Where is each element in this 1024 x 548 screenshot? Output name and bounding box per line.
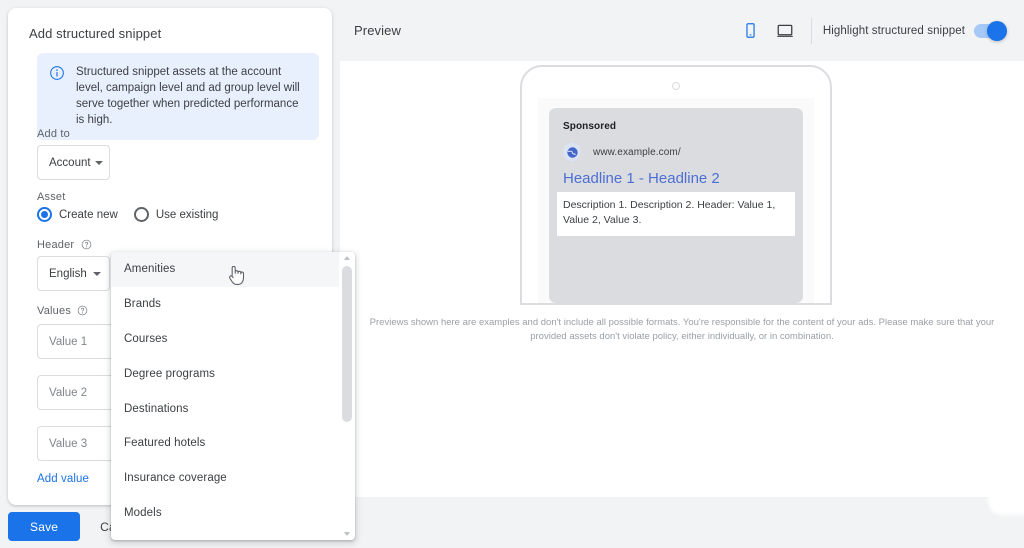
- save-button[interactable]: Save: [8, 512, 81, 541]
- radio-create-new[interactable]: Create new: [37, 207, 118, 222]
- dropdown-item-label: Models: [124, 506, 162, 519]
- dropdown-item-label: Amenities: [124, 263, 176, 276]
- phone-screen: Sponsored www.example.com/ Headline 1 - …: [538, 98, 814, 303]
- values-label-text: Values: [37, 305, 72, 317]
- dropdown-item-label: Insurance coverage: [124, 472, 227, 485]
- preview-disclaimer: Previews shown here are examples and don…: [369, 317, 995, 342]
- header-options-dropdown: Amenities Brands Courses Degree programs Des…: [111, 252, 355, 540]
- dropdown-item-label: Courses: [124, 332, 168, 345]
- page-title: Add structured snippet: [29, 26, 162, 41]
- dropdown-item-label: Brands: [124, 298, 162, 311]
- add-to-select[interactable]: Account: [37, 145, 110, 180]
- highlight-structured-snippet-toggle[interactable]: [974, 20, 1007, 41]
- preview-title: Preview: [354, 23, 401, 38]
- ad-description-highlighted: Description 1. Description 2. Header: Va…: [557, 192, 795, 236]
- info-banner-text: Structured snippet assets at the account…: [76, 66, 300, 126]
- info-icon: [49, 65, 65, 81]
- desktop-icon[interactable]: [768, 14, 802, 48]
- dropdown-item[interactable]: Featured hotels: [111, 426, 339, 461]
- dropdown-item[interactable]: Insurance coverage: [111, 461, 339, 496]
- dropdown-item[interactable]: Courses: [111, 322, 339, 357]
- dropdown-item[interactable]: Degree programs: [111, 356, 339, 391]
- dropdown-item[interactable]: Amenities: [111, 252, 339, 287]
- ad-preview-card: Sponsored www.example.com/ Headline 1 - …: [549, 108, 803, 303]
- phone-frame: Sponsored www.example.com/ Headline 1 - …: [520, 65, 832, 305]
- radio-use-existing-icon: [133, 207, 149, 222]
- phone-camera-icon: [672, 82, 680, 90]
- info-banner: Structured snippet assets at the account…: [37, 53, 319, 140]
- preview-panel: Preview Highlight structured snippet Spo…: [340, 0, 1024, 548]
- asset-label: Asset: [37, 191, 66, 203]
- add-value-link[interactable]: Add value: [37, 473, 89, 485]
- ad-display-url: www.example.com/: [593, 146, 681, 158]
- highlight-toggle-label: Highlight structured snippet: [822, 24, 965, 37]
- ad-headline[interactable]: Headline 1 - Headline 2: [563, 170, 789, 187]
- globe-icon: [563, 143, 581, 161]
- radio-create-new-icon: [37, 207, 52, 222]
- header-label-text: Header: [37, 239, 75, 251]
- preview-body: Sponsored www.example.com/ Headline 1 - …: [340, 61, 1024, 497]
- ad-url-row: www.example.com/: [563, 143, 789, 161]
- preview-header: Preview Highlight structured snippet: [340, 0, 1024, 61]
- asset-radio-group: Create new Use existing: [37, 207, 218, 222]
- radio-use-existing[interactable]: Use existing: [133, 207, 219, 222]
- dropdown-item-label: Degree programs: [124, 367, 215, 380]
- preview-header-controls: Highlight structured snippet: [734, 14, 1007, 48]
- dropdown-item[interactable]: Destinations: [111, 391, 339, 426]
- values-label: Values: [37, 305, 88, 317]
- sponsored-label: Sponsored: [563, 121, 617, 132]
- add-to-label: Add to: [37, 128, 71, 140]
- scroll-down-arrow-icon[interactable]: [340, 528, 354, 540]
- help-icon[interactable]: [81, 239, 92, 250]
- header-label: Header: [37, 239, 92, 251]
- scroll-up-arrow-icon[interactable]: [340, 252, 354, 264]
- header-language-value: English: [49, 267, 87, 280]
- header-divider: [810, 17, 812, 44]
- dropdown-item-label: Destinations: [124, 402, 189, 415]
- header-options-list: Amenities Brands Courses Degree programs Des…: [111, 252, 339, 540]
- header-language-select[interactable]: English: [37, 256, 110, 291]
- radio-use-existing-label: Use existing: [155, 208, 219, 221]
- radio-create-new-label: Create new: [59, 208, 118, 221]
- dropdown-item-label: Featured hotels: [124, 437, 206, 450]
- dropdown-item[interactable]: Models: [111, 496, 339, 531]
- dropdown-item[interactable]: Brands: [111, 287, 339, 322]
- help-icon[interactable]: [77, 305, 88, 316]
- scrollbar-thumb[interactable]: [342, 266, 352, 422]
- mobile-icon[interactable]: [734, 14, 768, 48]
- add-to-selected-value: Account: [49, 156, 91, 169]
- redaction-blob: [988, 485, 1024, 515]
- chevron-down-icon: [94, 160, 103, 165]
- chevron-down-icon: [93, 271, 101, 276]
- dropdown-scrollbar[interactable]: [340, 252, 354, 540]
